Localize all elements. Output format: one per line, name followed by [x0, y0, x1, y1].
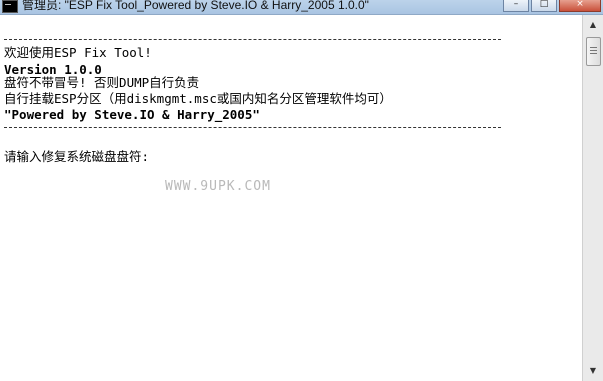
title-bar[interactable]: 管理员: "ESP Fix Tool_Powered by Steve.IO &… [0, 0, 603, 15]
window-controls: – □ × [501, 0, 601, 12]
scroll-down-icon[interactable]: ▼ [586, 364, 600, 378]
window-title: 管理员: "ESP Fix Tool_Powered by Steve.IO &… [22, 0, 369, 12]
console-icon [2, 0, 18, 13]
drive-letter-prompt[interactable]: 请输入修复系统磁盘盘符: [4, 149, 149, 164]
vertical-scrollbar[interactable]: ▲ ▼ [582, 15, 603, 381]
scroll-thumb[interactable] [586, 37, 601, 66]
site-watermark: WWW.9UPK.COM [165, 179, 271, 194]
maximize-button[interactable]: □ [531, 0, 557, 12]
minimize-button[interactable]: – [503, 0, 529, 12]
divider-top [4, 39, 501, 40]
warning-line: 盘符不带冒号! 否则DUMP自行负责 [4, 75, 200, 90]
close-button[interactable]: × [559, 0, 601, 12]
mount-instruction-line: 自行挂载ESP分区（用diskmgmt.msc或国内知名分区管理软件均可） [4, 91, 392, 106]
credits-line: "Powered by Steve.IO & Harry_2005" [4, 107, 260, 122]
scroll-up-icon[interactable]: ▲ [586, 18, 600, 32]
console-output[interactable]: 欢迎使用ESP Fix Tool! Version 1.0.0 盘符不带冒号! … [0, 15, 583, 381]
divider-bottom [4, 127, 501, 128]
welcome-line: 欢迎使用ESP Fix Tool! [4, 45, 152, 60]
